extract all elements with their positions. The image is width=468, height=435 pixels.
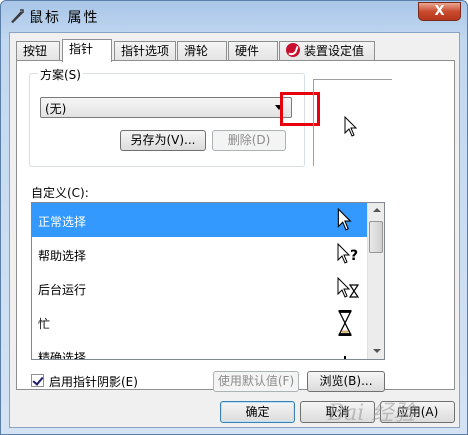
svg-text:?: ? [350,248,358,264]
help-cursor-icon: ? [337,242,358,264]
scroll-up-icon[interactable] [369,203,384,219]
ok-button[interactable]: 确定 [220,401,295,423]
pointers-panel: 方案(S) (无) 另存为(V)... 删除(D) 自定义(C): 正常选择 帮… [16,60,455,392]
arrow-cursor-icon [344,116,358,137]
close-button[interactable]: X [418,2,461,21]
dialog-client-area: 按钮 指针 指针选项 滑轮 硬件 装置设定值 方案(S) (无) 另存为(V).… [9,32,460,428]
window-title: 鼠标 属性 [29,10,100,26]
scheme-group: 方案(S) (无) 另存为(V)... 删除(D) [29,66,320,167]
tab-pointer-options[interactable]: 指针选项 [114,41,176,61]
scheme-label: 方案(S) [38,66,83,83]
tab-buttons[interactable]: 按钮 [16,41,60,61]
scheme-dropdown[interactable]: (无) [40,97,292,118]
list-item[interactable]: 帮助选择 ? [32,237,369,271]
tab-hardware[interactable]: 硬件 [228,41,278,61]
scheme-selected-value: (无) [45,102,67,116]
scrollbar-thumb[interactable] [369,221,383,253]
customize-label: 自定义(C): [31,186,89,200]
device-settings-icon [286,43,300,57]
busy-cursor-icon [338,310,352,336]
pointer-shadow-checkbox[interactable] [31,374,44,387]
cancel-button[interactable]: 取消 [300,401,375,423]
precision-cursor-icon [344,356,346,359]
apply-button[interactable]: 应用(A) [380,401,455,423]
use-default-button: 使用默认值(F) [213,371,299,392]
list-item[interactable]: 精确选择 [32,339,369,359]
tab-pointers[interactable]: 指针 [62,39,112,62]
scroll-down-icon[interactable] [369,343,384,359]
list-item[interactable]: 正常选择 [32,203,369,237]
list-scrollbar[interactable] [367,203,384,359]
mouse-properties-window: 鼠标 属性 X 按钮 指针 指针选项 滑轮 硬件 装置设定值 方案(S) (无)… [0,0,468,435]
delete-button: 删除(D) [212,130,286,151]
list-item[interactable]: 忙 [32,305,369,339]
working-cursor-icon [337,276,360,298]
save-as-button[interactable]: 另存为(V)... [120,130,206,151]
browse-button[interactable]: 浏览(B)... [307,371,385,392]
cursor-preview [313,79,392,166]
arrow-cursor-icon [337,208,352,231]
pointer-shadow-label[interactable]: 启用指针阴影(E) [49,373,138,390]
mouse-pointer-app-icon [11,9,24,23]
tab-device-settings[interactable]: 装置设定值 [279,41,375,61]
title-bar: 鼠标 属性 X [1,1,467,31]
cursor-list[interactable]: 正常选择 帮助选择 ? 后台运行 忙 精确选择 [31,202,385,360]
tab-wheel[interactable]: 滑轮 [177,41,227,61]
list-item[interactable]: 后台运行 [32,271,369,305]
